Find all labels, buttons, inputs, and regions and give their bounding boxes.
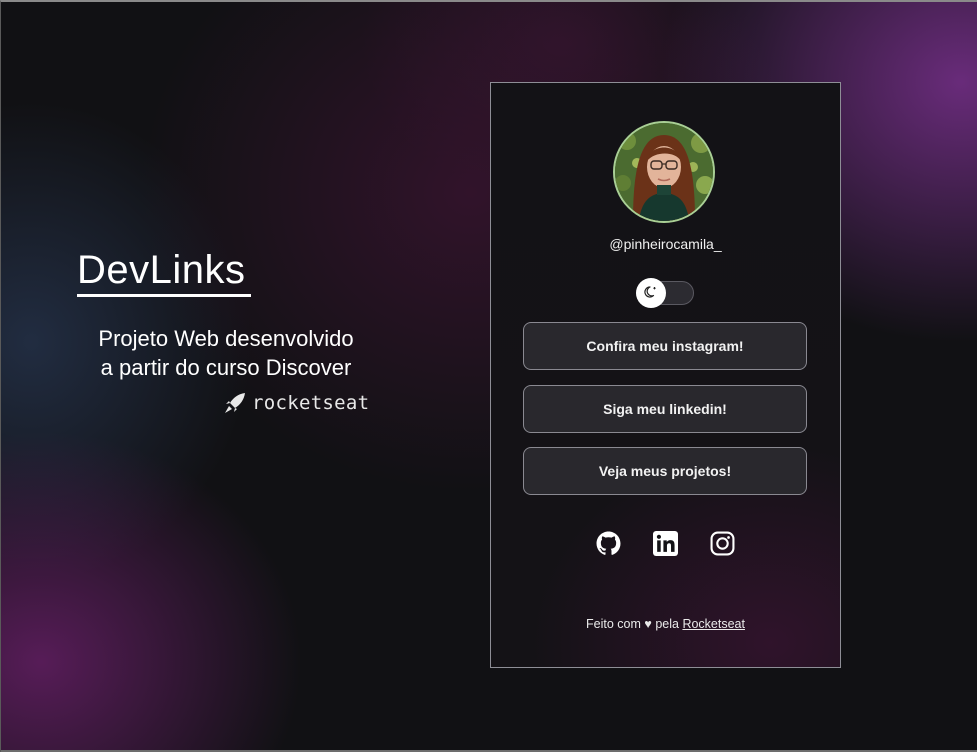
moon-icon [644, 284, 658, 303]
title-underline [77, 294, 251, 297]
avatar [613, 121, 715, 223]
footer-prefix: Feito com [586, 617, 641, 631]
page-background: DevLinks Projeto Web desenvolvido a part… [0, 0, 977, 752]
intro-description: Projeto Web desenvolvido a partir do cur… [61, 324, 391, 382]
footer-middle: pela [655, 617, 679, 631]
linkedin-icon[interactable] [653, 531, 678, 556]
theme-toggle[interactable] [636, 278, 694, 308]
social-links [491, 531, 840, 556]
instagram-link-button[interactable]: Confira meu instagram! [523, 322, 807, 370]
page-title: DevLinks [77, 248, 246, 292]
projects-link-button[interactable]: Veja meus projetos! [523, 447, 807, 495]
rocketseat-logo: rocketseat [224, 392, 369, 414]
toggle-knob[interactable] [636, 278, 666, 308]
linkedin-link-button[interactable]: Siga meu linkedin! [523, 385, 807, 433]
instagram-icon[interactable] [710, 531, 735, 556]
profile-username: @pinheirocamila_ [609, 236, 722, 252]
rocket-icon [224, 392, 246, 414]
rocketseat-link[interactable]: Rocketseat [682, 617, 745, 631]
profile-card: @pinheirocamila_ Confira meu instagram! … [490, 82, 841, 668]
intro-description-line-1: Projeto Web desenvolvido [98, 326, 354, 351]
intro-description-line-2: a partir do curso Discover [100, 355, 352, 380]
rocketseat-wordmark: rocketseat [252, 392, 370, 414]
github-icon[interactable] [596, 531, 621, 556]
footer: Feito com ♥ pela Rocketseat [491, 617, 840, 631]
heart-icon: ♥ [644, 617, 652, 631]
